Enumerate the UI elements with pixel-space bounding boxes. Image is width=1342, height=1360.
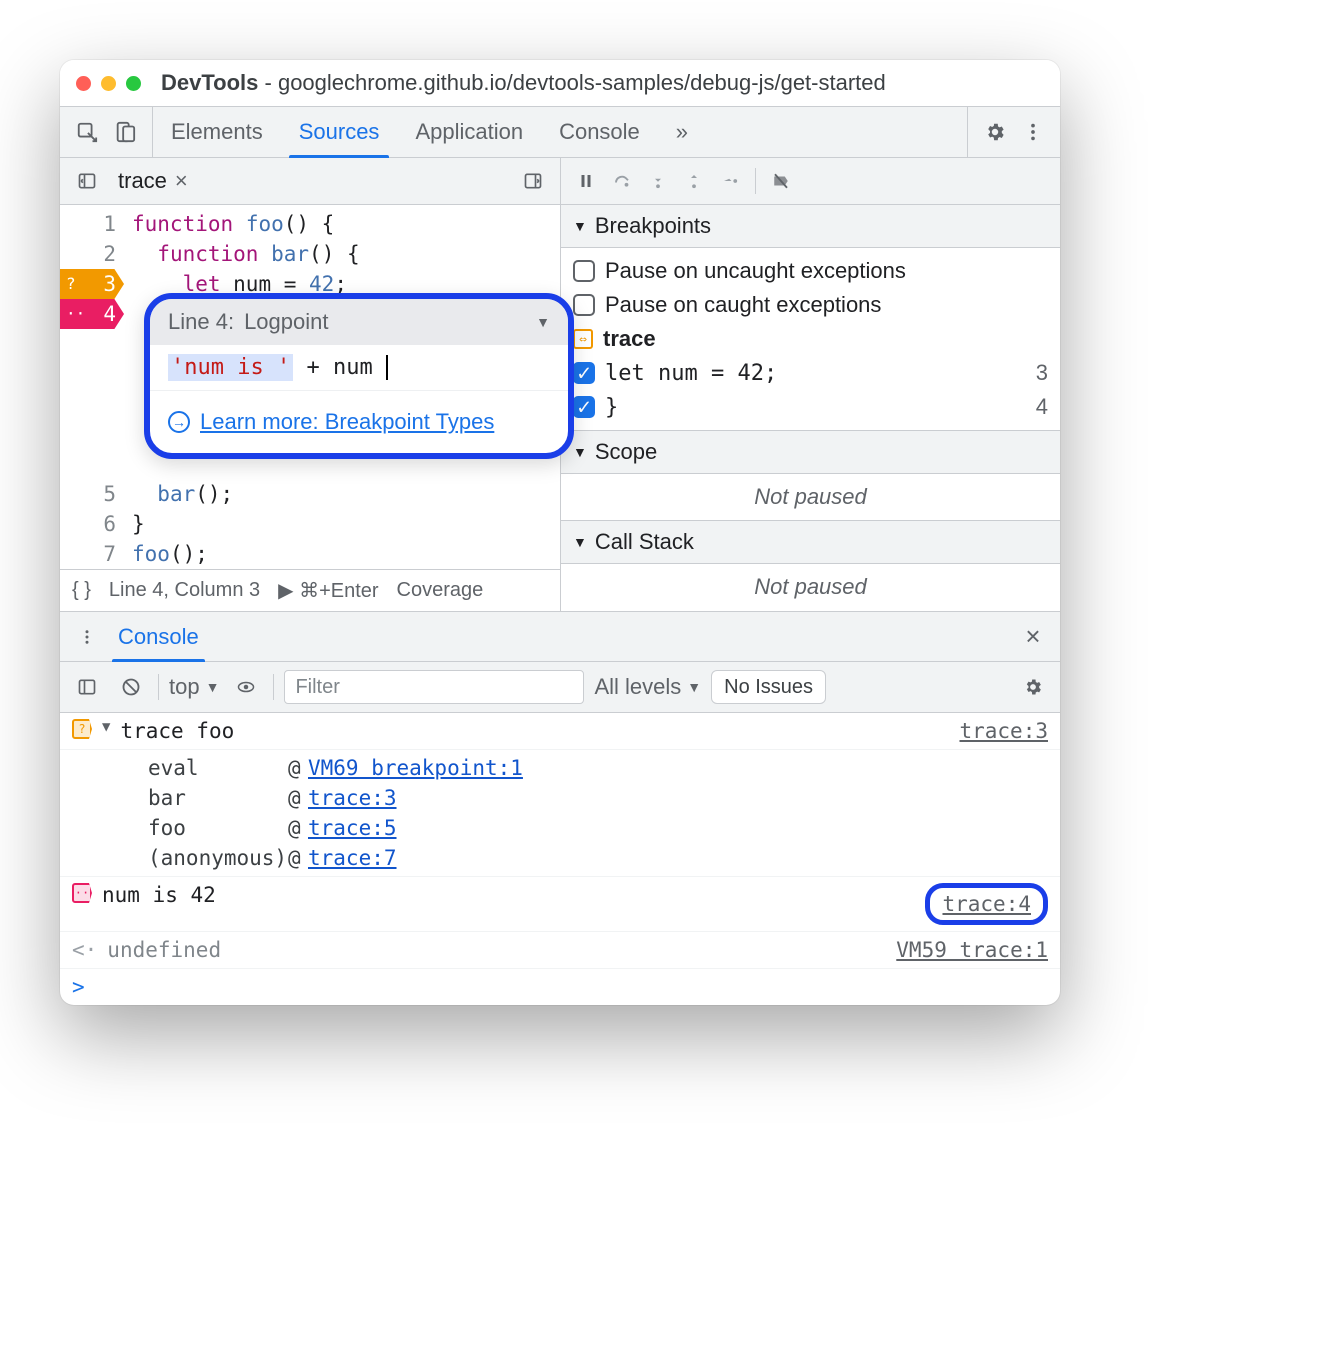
file-tab-label: trace (118, 168, 167, 194)
console-sidebar-toggle-icon[interactable] (70, 670, 104, 704)
breakpoint-item[interactable]: ✓ } 4 (573, 390, 1048, 424)
step-into-button[interactable] (643, 166, 673, 196)
logpoint-line-label: Line 4: (168, 309, 234, 335)
tab-console[interactable]: Console (541, 107, 658, 157)
console-prompt[interactable]: > (60, 969, 1060, 1005)
pretty-print-button[interactable]: { } (72, 579, 91, 602)
stack-trace: eval@VM69 breakpoint:1 bar@trace:3 foo@t… (72, 756, 1048, 870)
more-menu-icon[interactable] (1016, 115, 1050, 149)
source-link-highlighted[interactable]: trace:4 (925, 883, 1048, 925)
tab-application[interactable]: Application (397, 107, 541, 157)
console-output: ? ▼ trace foo trace:3 eval@VM69 breakpoi… (60, 713, 1060, 1005)
console-drawer: Console × top▼ Filter All levels▼ No Iss… (60, 612, 1060, 1005)
console-log-row[interactable]: ·· num is 42 trace:4 (60, 877, 1060, 932)
log-levels-selector[interactable]: All levels▼ (594, 674, 701, 700)
debugger-toolbar (560, 158, 1060, 204)
callstack-not-paused: Not paused (561, 564, 1060, 610)
source-link[interactable]: VM69 breakpoint:1 (308, 756, 1048, 780)
navigator-toggle-icon[interactable] (70, 164, 104, 198)
source-link[interactable]: trace:5 (308, 816, 1048, 840)
help-icon: → (168, 411, 190, 433)
sources-toolbar: trace × (60, 158, 1060, 205)
pause-caught-checkbox[interactable]: Pause on caught exceptions (573, 288, 1048, 322)
scope-not-paused: Not paused (561, 474, 1060, 520)
step-over-button[interactable] (607, 166, 637, 196)
console-toolbar: top▼ Filter All levels▼ No Issues (60, 662, 1060, 713)
window-controls (76, 76, 141, 91)
context-selector[interactable]: top▼ (169, 674, 219, 700)
minimize-window-button[interactable] (101, 76, 116, 91)
expand-icon[interactable]: ▼ (102, 719, 110, 735)
console-trace-row[interactable]: ? ▼ trace foo trace:3 (60, 713, 1060, 750)
cursor-position: Line 4, Column 3 (109, 579, 260, 602)
return-arrow-icon: <· (72, 938, 97, 962)
breakpoint-item[interactable]: ✓ let num = 42; 3 (573, 356, 1048, 390)
breakpoint-script[interactable]: ⇔ trace (573, 322, 1048, 356)
coverage-button[interactable]: Coverage (397, 579, 484, 602)
sources-split: 1function foo() { 2 function bar() { ?3 … (60, 205, 1060, 612)
chevron-down-icon: ▼ (573, 534, 587, 550)
source-link[interactable]: trace:7 (308, 846, 1048, 870)
tab-elements[interactable]: Elements (153, 107, 281, 157)
breakpoints-section-header[interactable]: ▼ Breakpoints (561, 205, 1060, 248)
close-file-icon[interactable]: × (175, 168, 188, 194)
breakpoint-edit-popover: Line 4: Logpoint ▼ 'num is ' + num → Lea… (144, 293, 574, 459)
checkbox-icon[interactable]: ✓ (573, 362, 595, 384)
inspect-element-icon[interactable] (70, 115, 104, 149)
tab-sources[interactable]: Sources (281, 107, 398, 157)
close-drawer-icon[interactable]: × (1016, 620, 1050, 654)
file-tab-trace[interactable]: trace × (112, 164, 194, 198)
console-settings-icon[interactable] (1016, 670, 1050, 704)
source-link[interactable]: trace:3 (959, 719, 1048, 743)
close-window-button[interactable] (76, 76, 91, 91)
console-return-row[interactable]: <· undefined VM59 trace:1 (60, 932, 1060, 969)
deactivate-breakpoints-button[interactable] (766, 166, 796, 196)
clear-console-icon[interactable] (114, 670, 148, 704)
console-filter-input[interactable]: Filter (284, 670, 584, 704)
step-out-button[interactable] (679, 166, 709, 196)
editor-statusbar: { } Line 4, Column 3 ▶ ⌘+Enter Coverage (60, 569, 560, 611)
devtools-window: DevTools - googlechrome.github.io/devtoo… (60, 60, 1060, 1005)
window-title: DevTools - googlechrome.github.io/devtoo… (161, 70, 886, 96)
code-editor[interactable]: 1function foo() { 2 function bar() { ?3 … (60, 205, 560, 611)
titlebar: DevTools - googlechrome.github.io/devtoo… (60, 60, 1060, 106)
run-snippet-button[interactable]: ▶ ⌘+Enter (278, 578, 378, 603)
drawer-menu-icon[interactable] (70, 620, 104, 654)
live-expression-icon[interactable] (229, 670, 263, 704)
zoom-window-button[interactable] (126, 76, 141, 91)
panel-tabstrip: Elements Sources Application Console » (60, 106, 1060, 158)
more-tabs-icon[interactable] (516, 164, 550, 198)
source-link[interactable]: trace:3 (308, 786, 1048, 810)
learn-more-link[interactable]: Learn more: Breakpoint Types (200, 409, 494, 435)
chevron-down-icon: ▼ (573, 218, 587, 234)
panel-tabs: Elements Sources Application Console » (153, 107, 706, 157)
pause-button[interactable] (571, 166, 601, 196)
logpoint-expression-input[interactable]: 'num is ' + num (150, 345, 568, 391)
step-button[interactable] (715, 166, 745, 196)
settings-gear-icon[interactable] (978, 115, 1012, 149)
logpoint-icon: ·· (72, 883, 92, 903)
conditional-bp-icon: ? (72, 719, 92, 739)
callstack-section-header[interactable]: ▼ Call Stack (561, 520, 1060, 564)
tabs-overflow-icon[interactable]: » (658, 107, 706, 157)
issues-button[interactable]: No Issues (711, 670, 826, 704)
device-toolbar-icon[interactable] (108, 115, 142, 149)
debugger-sidebar: ▼ Breakpoints Pause on uncaught exceptio… (560, 205, 1060, 611)
scope-section-header[interactable]: ▼ Scope (561, 430, 1060, 474)
checkbox-icon[interactable]: ✓ (573, 396, 595, 418)
breakpoint-type-select[interactable]: Logpoint (244, 309, 328, 335)
pause-uncaught-checkbox[interactable]: Pause on uncaught exceptions (573, 254, 1048, 288)
script-icon: ⇔ (573, 329, 593, 349)
chevron-down-icon[interactable]: ▼ (536, 314, 550, 330)
chevron-down-icon: ▼ (573, 444, 587, 460)
drawer-tab-console[interactable]: Console (104, 612, 213, 661)
source-link[interactable]: VM59 trace:1 (896, 938, 1048, 962)
